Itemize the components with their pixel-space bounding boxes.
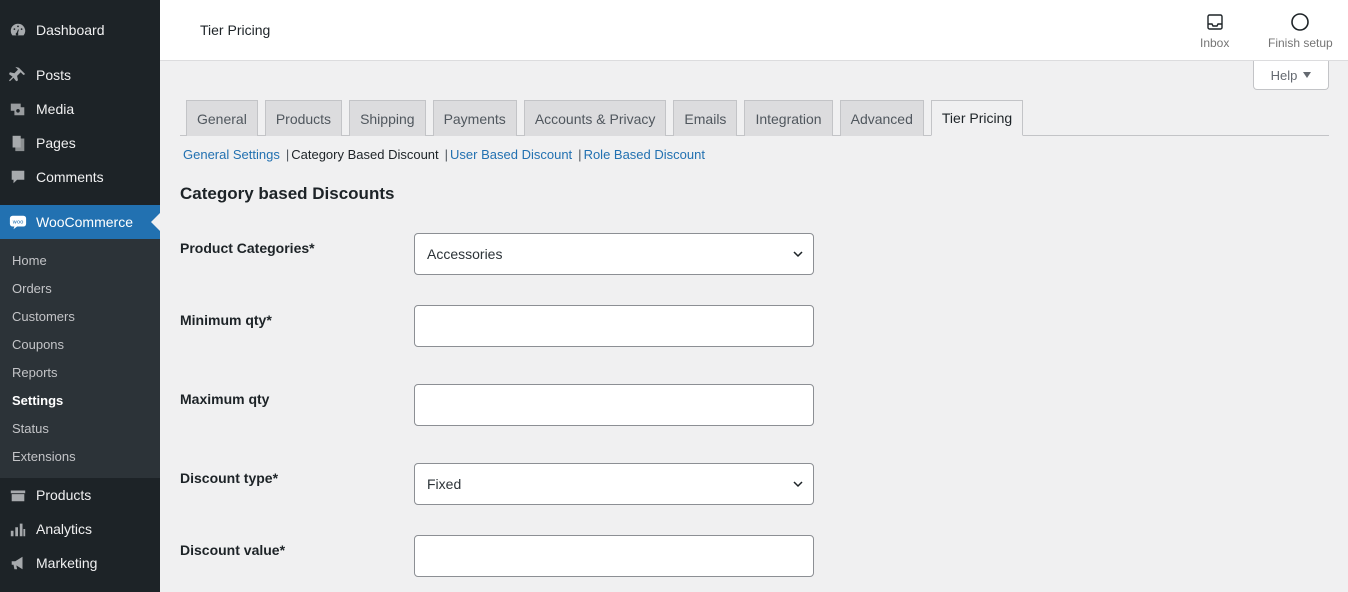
submenu-item-settings[interactable]: Settings xyxy=(0,386,160,414)
tab-shipping[interactable]: Shipping xyxy=(349,100,426,136)
sidebar-item-media[interactable]: Media xyxy=(0,92,160,126)
submenu-item-status[interactable]: Status xyxy=(0,414,160,442)
product-categories-value: Accessories xyxy=(427,246,503,262)
tab-payments[interactable]: Payments xyxy=(432,100,517,136)
tab-general[interactable]: General xyxy=(186,100,258,136)
maximum-qty-label: Maximum qty xyxy=(180,391,270,407)
subnav-category-based-discount[interactable]: Category Based Discount xyxy=(291,147,438,162)
discount-type-label: Discount type* xyxy=(180,470,279,486)
subnav-separator: | xyxy=(285,147,290,162)
settings-tabs: General Products Shipping Payments Accou… xyxy=(186,100,1030,136)
admin-sidebar: Dashboard Posts Media Pages Comments woo… xyxy=(0,0,160,592)
minimum-qty-label: Minimum qty* xyxy=(180,312,272,328)
tab-accounts-privacy[interactable]: Accounts & Privacy xyxy=(523,100,667,136)
subnav-separator: | xyxy=(444,147,449,162)
tab-products[interactable]: Products xyxy=(264,100,343,136)
media-icon xyxy=(8,99,28,119)
woo-icon: woo xyxy=(8,212,28,232)
sidebar-item-woocommerce[interactable]: woo WooCommerce xyxy=(0,205,160,239)
finish-setup-label: Finish setup xyxy=(1268,36,1333,50)
inbox-button[interactable]: Inbox xyxy=(1200,12,1229,50)
subnav-general-settings[interactable]: General Settings xyxy=(183,147,280,162)
inbox-icon xyxy=(1206,14,1223,30)
sidebar-item-label: Posts xyxy=(36,67,72,83)
minimum-qty-input[interactable] xyxy=(414,305,814,347)
dashboard-icon xyxy=(8,20,28,40)
sidebar-item-products[interactable]: Products xyxy=(0,478,160,512)
sidebar-item-label: Comments xyxy=(36,169,104,185)
sidebar-item-label: Dashboard xyxy=(36,22,105,38)
svg-text:woo: woo xyxy=(13,219,24,225)
comment-icon xyxy=(8,167,28,187)
tab-integration[interactable]: Integration xyxy=(744,100,833,136)
caret-down-icon xyxy=(1303,72,1312,78)
section-subnav: General Settings | Category Based Discou… xyxy=(183,147,705,162)
pin-icon xyxy=(8,65,28,85)
maximum-qty-input[interactable] xyxy=(414,384,814,426)
help-label: Help xyxy=(1270,67,1298,83)
sidebar-item-dashboard[interactable]: Dashboard xyxy=(0,13,160,47)
sidebar-item-label: Marketing xyxy=(36,555,98,571)
product-categories-label: Product Categories* xyxy=(180,240,315,256)
inbox-label: Inbox xyxy=(1200,36,1230,50)
submenu-item-customers[interactable]: Customers xyxy=(0,302,160,330)
sidebar-item-posts[interactable]: Posts xyxy=(0,58,160,92)
tab-tier-pricing[interactable]: Tier Pricing xyxy=(930,100,1024,136)
products-icon xyxy=(8,485,28,505)
chevron-down-icon xyxy=(793,481,803,488)
pages-icon xyxy=(8,133,28,153)
tab-emails[interactable]: Emails xyxy=(673,100,738,136)
submenu-item-orders[interactable]: Orders xyxy=(0,274,160,302)
sidebar-item-label: Media xyxy=(36,101,75,117)
subnav-role-based-discount[interactable]: Role Based Discount xyxy=(584,147,705,162)
discount-type-value: Fixed xyxy=(427,476,462,492)
woocommerce-submenu: Home Orders Customers Coupons Reports Se… xyxy=(0,239,160,478)
submenu-item-home[interactable]: Home xyxy=(0,246,160,274)
discount-value-input[interactable] xyxy=(414,535,814,577)
tab-advanced[interactable]: Advanced xyxy=(839,100,924,136)
sidebar-item-analytics[interactable]: Analytics xyxy=(0,512,160,546)
active-indicator xyxy=(151,213,160,231)
submenu-item-coupons[interactable]: Coupons xyxy=(0,330,160,358)
sidebar-item-marketing[interactable]: Marketing xyxy=(0,546,160,580)
help-button[interactable]: Help xyxy=(1253,61,1329,90)
top-header: Tier Pricing Inbox Finish setup xyxy=(160,0,1348,61)
page-title: Tier Pricing xyxy=(200,22,271,38)
section-title: Category based Discounts xyxy=(180,184,395,203)
sidebar-item-comments[interactable]: Comments xyxy=(0,160,160,194)
sidebar-item-label: Products xyxy=(36,487,92,503)
product-categories-select[interactable]: Accessories xyxy=(414,233,814,275)
sidebar-item-label: Pages xyxy=(36,135,76,151)
discount-type-select[interactable]: Fixed xyxy=(414,463,814,505)
finish-setup-button[interactable]: Finish setup xyxy=(1268,12,1333,50)
chevron-down-icon xyxy=(793,251,803,258)
submenu-item-reports[interactable]: Reports xyxy=(0,358,160,386)
megaphone-icon xyxy=(8,553,28,573)
sidebar-item-label: WooCommerce xyxy=(36,214,133,230)
subnav-user-based-discount[interactable]: User Based Discount xyxy=(450,147,572,162)
discount-value-label: Discount value* xyxy=(180,542,286,558)
chart-icon xyxy=(8,519,28,539)
sidebar-item-pages[interactable]: Pages xyxy=(0,126,160,160)
progress-circle-icon xyxy=(1291,13,1310,31)
subnav-separator: | xyxy=(578,147,582,162)
sidebar-item-label: Analytics xyxy=(36,521,93,537)
submenu-item-extensions[interactable]: Extensions xyxy=(0,442,160,470)
